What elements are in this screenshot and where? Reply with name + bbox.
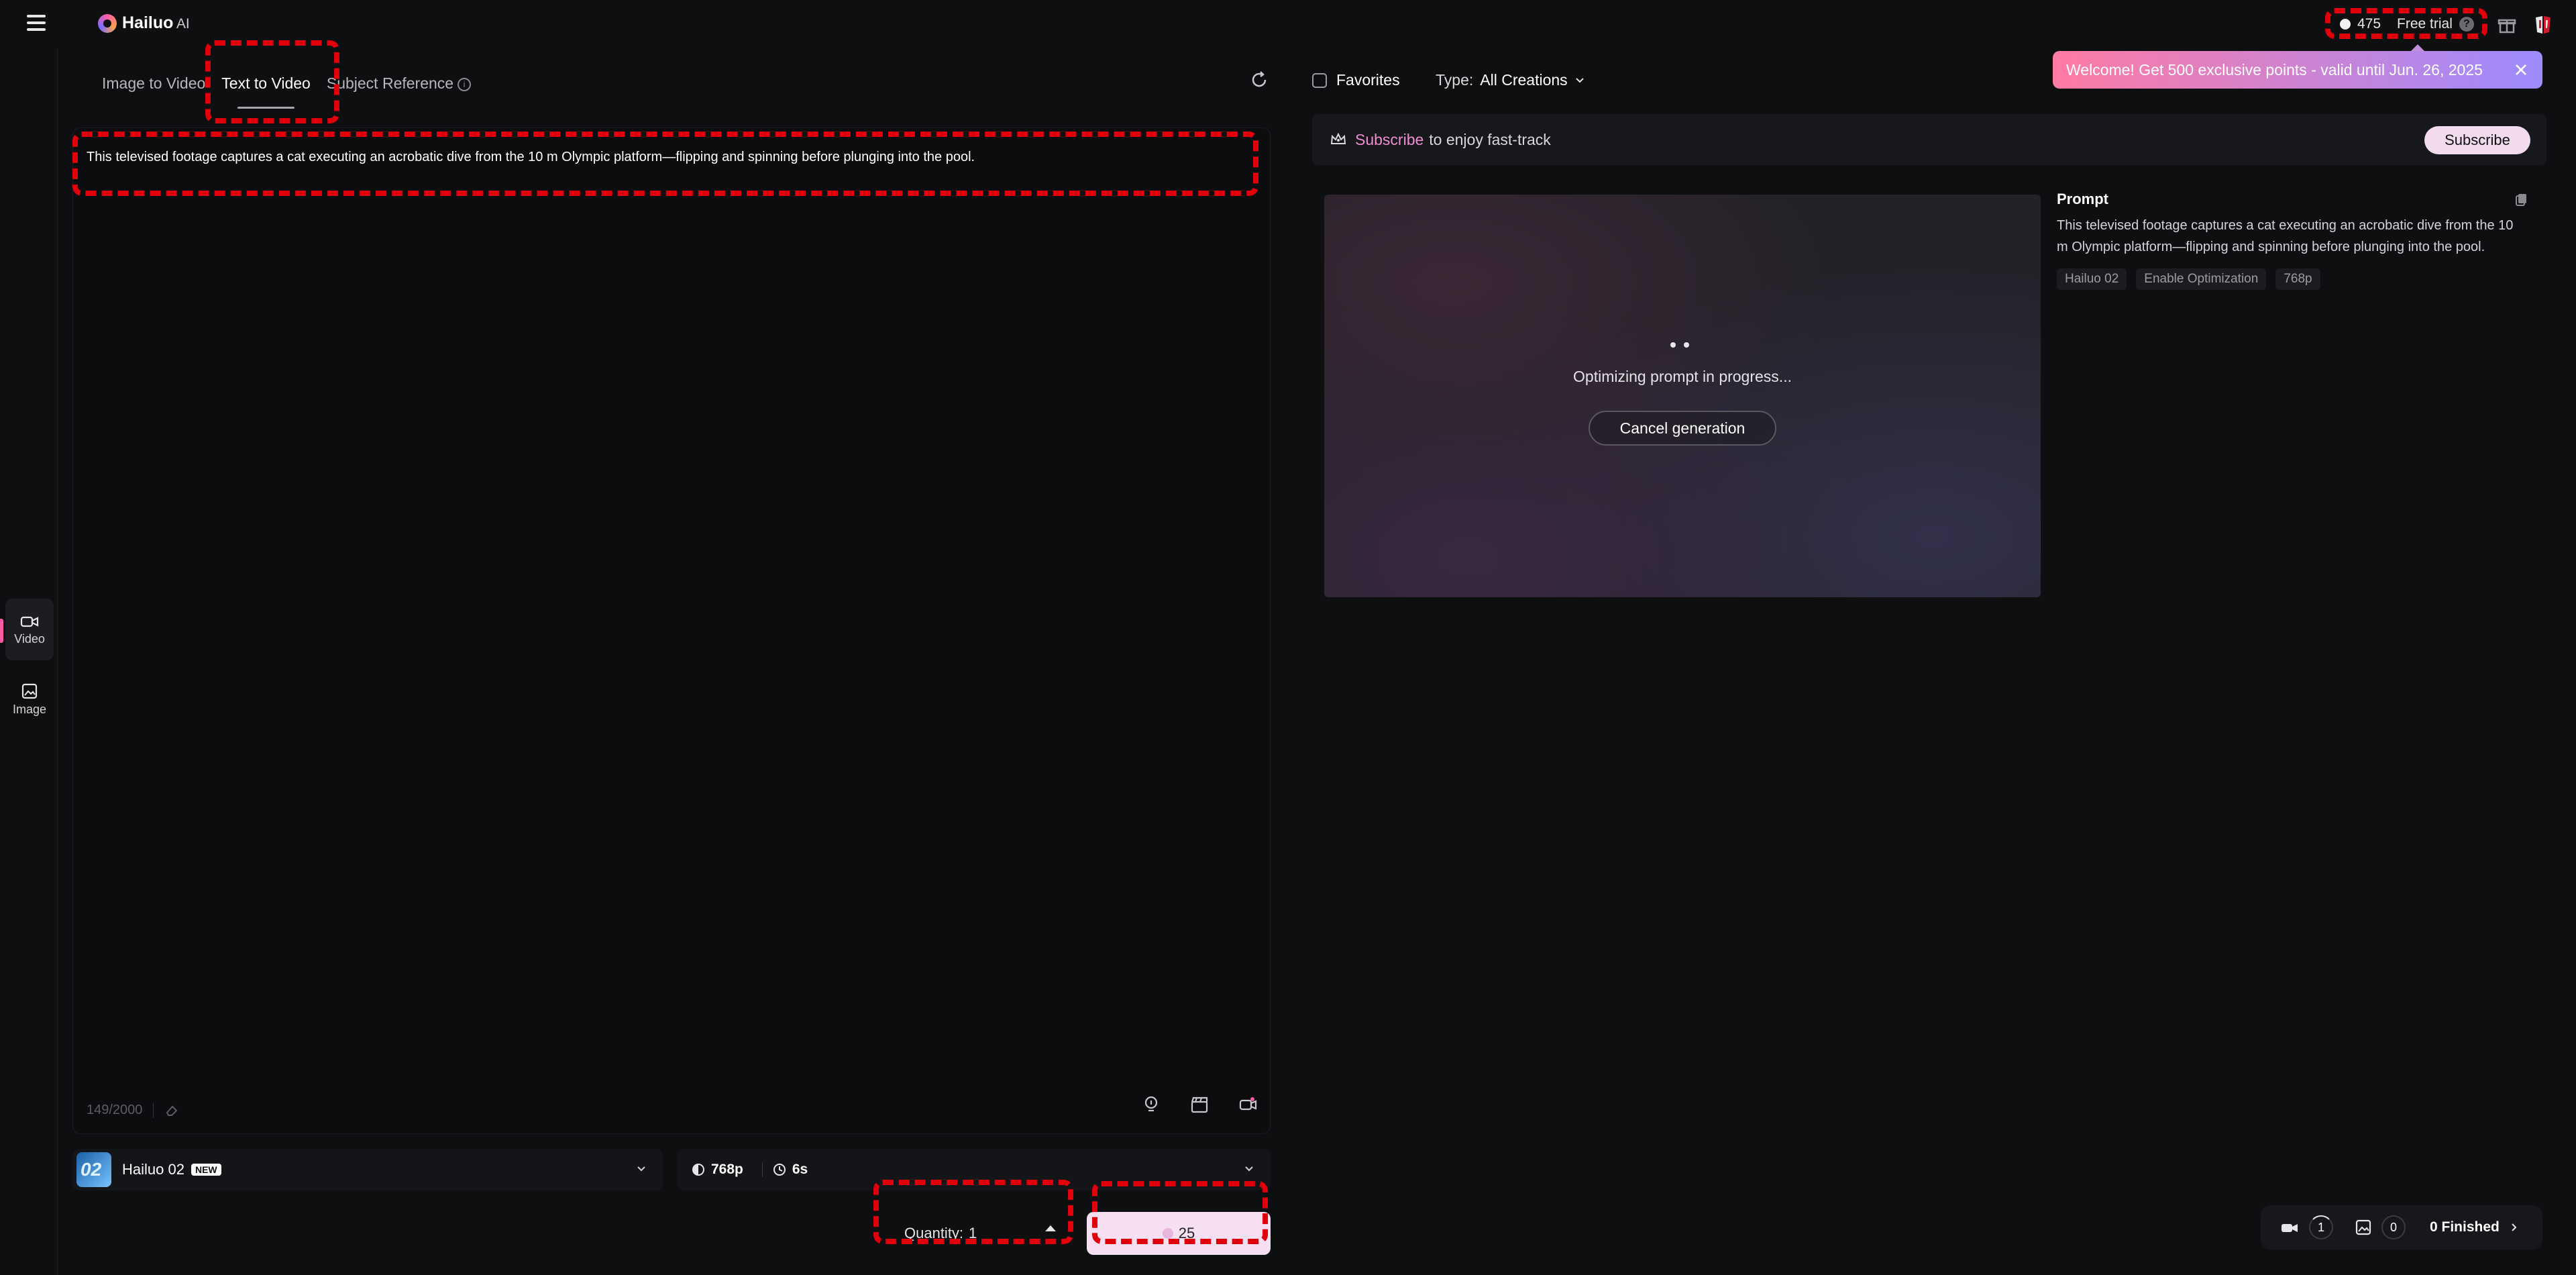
prompt-body: This televised footage captures a cat ex… [2057,218,2514,254]
type-value: All Creations [1480,71,1568,89]
cancel-generation-button[interactable]: Cancel generation [1589,411,1776,446]
plan-label: Free trial [2397,16,2453,32]
model-thumbnail: 02 [76,1152,111,1187]
char-counter: 149/2000 [87,1103,179,1118]
favorites-checkbox[interactable] [1312,72,1327,88]
queue-status[interactable]: 1 0 0 Finished [2261,1205,2542,1250]
generation-tags: Hailuo 02 Enable Optimization 768p [2057,268,2526,290]
welcome-toast: Welcome! Get 500 exclusive points - vali… [2053,51,2542,89]
quantity-value: 1 [969,1225,977,1241]
image-icon [21,683,38,699]
model-name: Hailuo 02 [122,1161,184,1178]
crown-icon [1330,132,1346,144]
lightbulb-icon[interactable] [1141,1094,1161,1115]
clapperboard-icon[interactable] [1189,1094,1210,1115]
type-label: Type: [1436,71,1474,89]
resolution-value: 768p [711,1162,743,1177]
points-value: 475 [2357,16,2381,32]
info-icon: i [458,77,472,91]
finished-count: 0 Finished [2430,1219,2500,1235]
points-display[interactable]: 475 Free trial ? [2328,12,2487,36]
prompt-tools [1141,1094,1258,1115]
duration-setting[interactable]: 6s [772,1162,808,1178]
tab-image-to-video[interactable]: Image to Video [94,68,213,109]
loading-dots [1670,342,1689,348]
resolution-setting[interactable]: 768p [691,1162,743,1178]
app: Hailuo AI 475 Free trial ? Video Image I… [0,0,2576,1275]
favorites-label: Favorites [1336,71,1400,89]
generation-preview: Optimizing prompt in progress... Cancel … [1324,195,2041,597]
refresh-icon[interactable] [1248,68,1271,91]
prompt-input[interactable]: This televised footage captures a cat ex… [87,150,975,165]
image-icon [2355,1219,2371,1235]
chevron-down-icon[interactable] [635,1162,648,1176]
generation-status: Optimizing prompt in progress... [1573,368,1792,385]
char-count: 149/2000 [87,1103,143,1117]
divider [761,1162,763,1177]
generate-button[interactable]: 25 [1087,1212,1271,1255]
video-camera-icon [2282,1224,2298,1232]
video-queue-count: 1 [2309,1215,2333,1239]
new-badge: NEW [191,1164,221,1176]
generate-cost: 25 [1178,1225,1195,1241]
avatar[interactable] [2533,15,2553,35]
top-bar: Hailuo AI 475 Free trial ? [0,0,2576,48]
type-filter[interactable]: Type: All Creations [1436,71,1585,89]
nav-item-label: Video [14,631,45,646]
close-icon[interactable] [2512,60,2530,79]
subscribe-banner: Subscribe to enjoy fast-track Subscribe [1312,114,2546,165]
favorites-filter[interactable]: Favorites [1312,71,1400,89]
copy-icon[interactable] [2514,192,2529,207]
create-panel: Image to Video Text to Video Subject Ref… [72,48,1273,1275]
subscribe-text: to enjoy fast-track [1429,130,1551,148]
nav-item-video[interactable]: Video [5,599,54,660]
left-nav: Video Image [0,48,58,1275]
mode-tabs: Image to Video Text to Video Subject Ref… [94,68,479,109]
tag-model: Hailuo 02 [2057,268,2127,290]
video-camera-icon [20,616,39,627]
logo[interactable]: Hailuo AI [98,13,190,33]
duration-value: 6s [792,1162,808,1177]
toast-pointer [2411,44,2424,51]
menu-icon[interactable] [27,15,46,31]
quantity-stepper[interactable]: Quantity: 1 [884,1212,1072,1255]
nav-item-image[interactable]: Image [5,668,54,730]
tag-optimization: Enable Optimization [2136,268,2267,290]
clock-icon [773,1164,786,1176]
coin-icon [1162,1228,1173,1239]
gift-icon[interactable] [2497,15,2517,35]
tab-text-to-video[interactable]: Text to Video [213,68,319,109]
chevron-down-icon[interactable] [1242,1162,1256,1176]
prompt-editor[interactable]: This televised footage captures a cat ex… [72,128,1271,1134]
model-selector[interactable]: 02 Hailuo 02 NEW [72,1149,663,1190]
subscribe-link[interactable]: Subscribe [1355,131,1424,149]
toast-message: Welcome! Get 500 exclusive points - vali… [2066,60,2483,79]
prompt-heading: Prompt [2057,191,2108,207]
nav-active-indicator [0,619,3,643]
resolution-icon [692,1164,704,1176]
logo-icon [98,13,117,33]
chevron-up-icon[interactable] [1045,1225,1056,1231]
tab-subject-reference[interactable]: Subject Reference i [319,68,479,109]
ai-camera-icon[interactable] [1238,1094,1258,1115]
video-settings[interactable]: 768p 6s [678,1149,1271,1190]
tag-resolution: 768p [2275,268,2320,290]
chevron-right-icon [2512,1223,2517,1231]
help-icon[interactable]: ? [2459,17,2474,32]
divider [153,1103,154,1118]
prompt-details: Prompt This televised footage captures a… [2057,191,2526,290]
coin-icon [2340,19,2351,30]
nav-item-label: Image [12,702,47,716]
image-queue-count: 0 [2381,1215,2406,1239]
eraser-icon[interactable] [164,1103,179,1118]
logo-text: Hailuo AI [122,13,190,32]
chevron-down-icon [1575,77,1584,83]
subscribe-button[interactable]: Subscribe [2424,126,2530,154]
quantity-label: Quantity: [904,1225,964,1241]
